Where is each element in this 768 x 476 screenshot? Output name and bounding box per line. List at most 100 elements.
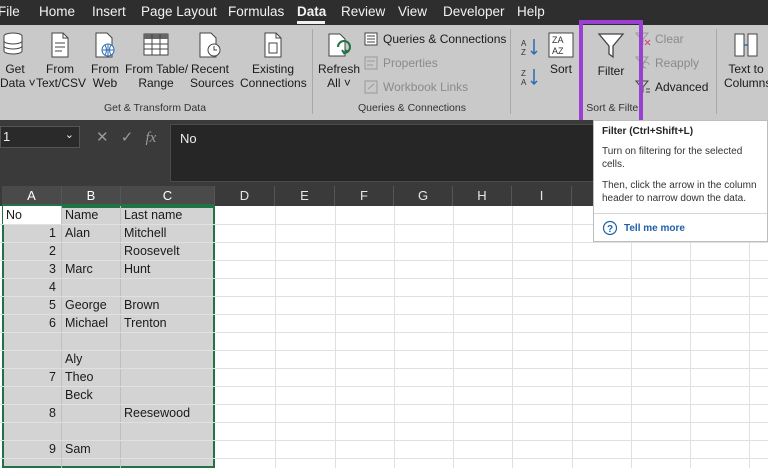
cell-b13[interactable] [62, 422, 120, 440]
menu-page-layout[interactable]: Page Layout [141, 4, 217, 19]
from-text-csv-button[interactable]: From Text/CSV [36, 31, 86, 90]
filter-tooltip: Filter (Ctrl+Shift+L) Turn on filtering … [593, 120, 768, 242]
cell-a4[interactable]: 3 [3, 260, 61, 278]
from-table-range-button[interactable]: From Table/ Range [125, 31, 189, 90]
cell-c6[interactable]: Brown [121, 296, 213, 314]
cell-b10[interactable]: Theo [62, 368, 120, 386]
cell-a3[interactable]: 2 [3, 242, 61, 260]
cell-c4[interactable]: Hunt [121, 260, 213, 278]
cancel-icon[interactable]: ✕ [96, 129, 109, 146]
cell-b7[interactable]: Michael [62, 314, 120, 332]
cell-c5[interactable] [121, 278, 213, 296]
cell-b11[interactable]: Beck [62, 386, 120, 404]
cell-c3[interactable]: Roosevelt [121, 242, 213, 260]
cell-b2[interactable]: Alan [62, 224, 120, 242]
reapply-button[interactable]: Reapply [635, 56, 699, 70]
cell-a7[interactable]: 6 [3, 314, 61, 332]
cell-c13[interactable] [121, 422, 213, 440]
cell-c2[interactable]: Mitchell [121, 224, 213, 242]
cell-a13[interactable] [3, 422, 61, 440]
formula-value: No [180, 131, 197, 146]
from-table-range-label-1: From Table/ [125, 62, 189, 76]
cell-a5[interactable]: 4 [3, 278, 61, 296]
insert-function-icon[interactable]: fx [146, 130, 157, 146]
menu-view[interactable]: View [398, 4, 427, 19]
queries-connections-button[interactable]: Queries & Connections [364, 32, 506, 46]
cell-a2[interactable]: 1 [3, 224, 61, 242]
menu-developer[interactable]: Developer [443, 4, 505, 19]
cell-a1[interactable]: No [3, 206, 61, 224]
sort-ascending-button[interactable]: A Z [518, 37, 540, 60]
reapply-label: Reapply [655, 56, 700, 70]
sort-descending-button[interactable]: Z A [518, 67, 540, 90]
clear-label: Clear [655, 32, 684, 46]
column-header-f[interactable]: F [335, 186, 394, 206]
from-web-button[interactable]: From Web [88, 31, 122, 90]
get-data-button[interactable]: Get Data ˅ [0, 31, 36, 90]
column-header-d[interactable]: D [215, 186, 275, 206]
chevron-down-icon[interactable]: ⌄ [65, 128, 74, 141]
cell-a8[interactable] [3, 332, 61, 350]
filter-highlight-box [579, 20, 643, 125]
cell-a12[interactable]: 8 [3, 404, 61, 422]
menu-review[interactable]: Review [341, 4, 385, 19]
cell-a10[interactable]: 7 [3, 368, 61, 386]
tell-me-more-link[interactable]: ? Tell me more [602, 220, 759, 236]
cell-b6[interactable]: George [62, 296, 120, 314]
column-header-g[interactable]: G [394, 186, 453, 206]
cell-c9[interactable] [121, 350, 213, 368]
cell-b3[interactable] [62, 242, 120, 260]
enter-check-icon[interactable]: ✓ [121, 129, 134, 146]
cell-a9[interactable] [3, 350, 61, 368]
cell-b8[interactable] [62, 332, 120, 350]
recent-sources-button[interactable]: Recent Sources [190, 31, 234, 90]
cell-b15[interactable] [62, 458, 120, 476]
column-header-b[interactable]: B [62, 186, 121, 206]
workbook-links-icon [364, 80, 378, 94]
cell-b4[interactable]: Marc [62, 260, 120, 278]
column-header-e[interactable]: E [275, 186, 335, 206]
column-header-c[interactable]: C [121, 186, 215, 206]
workbook-links-button[interactable]: Workbook Links [364, 80, 468, 94]
cell-c15[interactable] [121, 458, 213, 476]
cell-b5[interactable] [62, 278, 120, 296]
table-icon [143, 33, 169, 56]
menu-data[interactable]: Data [297, 4, 326, 19]
advanced-filter-button[interactable]: Advanced [635, 80, 708, 94]
cell-a15[interactable] [3, 458, 61, 476]
refresh-all-button[interactable]: Refresh All ˅ [318, 31, 360, 90]
cell-c1[interactable]: Last name [121, 206, 213, 224]
menu-home[interactable]: Home [39, 4, 75, 19]
cell-c7[interactable]: Trenton [121, 314, 213, 332]
text-to-columns-label-1: Text to [728, 62, 764, 76]
text-to-columns-icon [734, 33, 758, 57]
cell-c12[interactable]: Reesewood [121, 404, 213, 422]
cell-a14[interactable]: 9 [3, 440, 61, 458]
tooltip-title: Filter (Ctrl+Shift+L) [602, 126, 694, 137]
column-header-h[interactable]: H [453, 186, 512, 206]
ribbon: Get Data ˅ From Text/CSV From Web From T… [0, 25, 768, 120]
menu-formulas[interactable]: Formulas [228, 4, 284, 19]
name-box[interactable]: 1 ⌄ [0, 126, 80, 148]
menu-help[interactable]: Help [517, 4, 545, 19]
cell-c11[interactable] [121, 386, 213, 404]
column-header-i[interactable]: I [512, 186, 572, 206]
menu-insert[interactable]: Insert [92, 4, 126, 19]
text-to-columns-button[interactable]: Text to Columns [724, 31, 768, 90]
column-header-a[interactable]: A [2, 186, 62, 206]
cell-b1[interactable]: Name [62, 206, 120, 224]
existing-connections-button[interactable]: Existing Connections [240, 31, 307, 90]
sort-button[interactable]: ZA AZ Sort [545, 31, 577, 76]
active-tab-indicator [297, 21, 325, 24]
properties-button[interactable]: Properties [364, 56, 438, 70]
cell-b14[interactable]: Sam [62, 440, 120, 458]
cell-c14[interactable] [121, 440, 213, 458]
cell-a6[interactable]: 5 [3, 296, 61, 314]
refresh-all-label-2: All ˅ [327, 76, 351, 90]
cell-c8[interactable] [121, 332, 213, 350]
cell-c10[interactable] [121, 368, 213, 386]
cell-b9[interactable]: Aly [62, 350, 120, 368]
cell-b12[interactable] [62, 404, 120, 422]
cell-a11[interactable] [3, 386, 61, 404]
menu-file[interactable]: File [0, 4, 20, 19]
